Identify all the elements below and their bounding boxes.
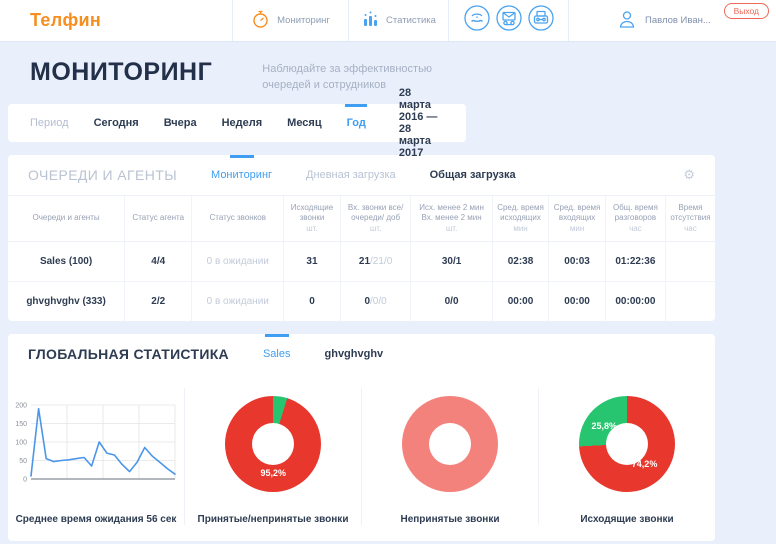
cell-queue-name: ghvghvghv (333): [26, 296, 106, 308]
donut-percent-label: 74,2%: [631, 459, 658, 470]
top-header: Телфин Мониторинг Статистика Павлов Иван…: [0, 0, 776, 42]
chart-caption-accepted-calls: Принятые/непринятые звонки: [197, 514, 349, 526]
cell-absence: [664, 241, 715, 283]
cell-agent-status: 2/2: [124, 281, 192, 322]
cell-avg-outgoing: 02:38: [491, 241, 549, 283]
nav-monitoring-label: Мониторинг: [277, 15, 330, 26]
col-header-under-2min: Исх. менее 2 мин Вх. менее 2 мин шт.: [410, 194, 493, 243]
period-option-today[interactable]: Сегодня: [94, 104, 139, 142]
wait-time-line-chart: 0 50 100 150 200: [15, 402, 176, 483]
period-option-month[interactable]: Месяц: [287, 104, 321, 142]
queues-table: Очереди и агенты Статус агента Статус зв…: [8, 194, 715, 322]
chart-caption-outgoing-calls: Исходящие звонки: [580, 514, 674, 526]
cell-under-2min: 30/1: [410, 241, 493, 283]
chart-cell-wait-time: 0 50 100 150 200 Среднее время ожидания 56 с…: [8, 388, 185, 526]
col-header-absence: Время отсутствия час: [664, 194, 715, 243]
table-row-ghvghvghv[interactable]: ghvghvghv (333) 2/2 0 в ожидании 0 0/0/0…: [8, 281, 715, 322]
cell-absence: [664, 281, 715, 322]
cell-incoming: 21/21/0: [339, 241, 411, 283]
chart-caption-missed-calls: Непринятые звонки: [400, 514, 500, 526]
period-option-yesterday[interactable]: Вчера: [164, 104, 197, 142]
global-stats-title: ГЛОБАЛЬНАЯ СТАТИСТИКА: [28, 346, 229, 363]
page-header: МОНИТОРИНГ Наблюдайте за эффективностью …: [8, 42, 768, 104]
cell-total-talk: 01:22:36: [604, 241, 666, 283]
tab-daily-load[interactable]: Дневная загрузка: [306, 155, 396, 195]
nav-statistics-label: Статистика: [386, 15, 436, 26]
col-header-calls-status: Статус звонков: [191, 194, 284, 243]
service-icons-group: [448, 0, 568, 41]
col-header-outgoing: Исходящие звонки шт.: [283, 194, 341, 243]
charts-row: 0 50 100 150 200 Среднее время ожидания 56 с…: [8, 374, 715, 541]
settings-gear-icon[interactable]: ⚙: [683, 167, 695, 183]
tab-sales[interactable]: Sales: [263, 334, 291, 374]
cell-avg-incoming: 00:03: [548, 241, 606, 283]
chart-cell-missed-calls: Непринятые звонки: [362, 388, 539, 526]
cell-avg-outgoing: 00:00: [491, 281, 549, 322]
cell-queue-name: Sales (100): [8, 241, 125, 283]
global-stats-card: ГЛОБАЛЬНАЯ СТАТИСТИКА Sales ghvghvghv 0 5…: [8, 334, 715, 542]
tab-ghvghvghv[interactable]: ghvghvghv: [325, 334, 384, 374]
table-row-sales[interactable]: Sales (100) 4/4 0 в ожидании 31 21/21/0 …: [8, 241, 715, 283]
telfin-logo[interactable]: Телфин: [0, 0, 232, 41]
donut-outgoing-calls: 74,2% 25,8%: [579, 396, 675, 493]
page-title: МОНИТОРИНГ: [30, 58, 213, 86]
cell-agent-status: 4/4: [124, 241, 192, 283]
cell-avg-incoming: 00:00: [548, 281, 606, 322]
user-name: Павлов Иван...: [645, 15, 711, 26]
table-header-row: Очереди и агенты Статус агента Статус зв…: [8, 194, 715, 243]
svg-text:50: 50: [19, 458, 27, 465]
donut-percent-label: 95,2%: [260, 468, 287, 479]
stopwatch-icon: [251, 10, 270, 32]
queues-agents-header: ОЧЕРЕДИ И АГЕНТЫ Мониторинг Дневная загр…: [8, 155, 715, 195]
global-stats-header: ГЛОБАЛЬНАЯ СТАТИСТИКА Sales ghvghvghv: [8, 334, 715, 374]
nav-statistics[interactable]: Статистика: [348, 0, 448, 41]
svg-text:200: 200: [15, 402, 27, 409]
nav-monitoring[interactable]: Мониторинг: [232, 0, 348, 41]
queues-agents-card: ОЧЕРЕДИ И АГЕНТЫ Мониторинг Дневная загр…: [8, 154, 715, 322]
period-date-range[interactable]: 28 марта 2016 — 28 марта 2017: [399, 87, 441, 159]
chart-caption-wait-time: Среднее время ожидания 56 сек: [15, 514, 177, 526]
donut-percent-label: 25,8%: [591, 421, 617, 431]
cell-under-2min: 0/0: [410, 281, 493, 322]
period-filter-bar: Период Сегодня Вчера Неделя Месяц Год 28…: [8, 87, 466, 159]
tab-total-load[interactable]: Общая загрузка: [430, 155, 516, 195]
period-label: Период: [30, 116, 69, 129]
cell-calls-status: 0 в ожидании: [191, 241, 284, 283]
logout-button[interactable]: Выход: [723, 3, 769, 19]
svg-text:100: 100: [15, 439, 27, 446]
chart-cell-accepted-calls: 95,2% Принятые/непринятые звонки: [185, 388, 362, 526]
col-header-agent-status: Статус агента: [124, 194, 192, 243]
svg-text:150: 150: [15, 421, 27, 428]
col-header-total-talk: Общ. время разговоров час: [604, 194, 666, 243]
col-header-incoming: Вх. звонки все/ очереди/ доб шт.: [339, 194, 411, 243]
cell-outgoing: 31: [283, 241, 341, 283]
queues-agents-title: ОЧЕРЕДИ И АГЕНТЫ: [28, 166, 178, 183]
main-content: МОНИТОРИНГ Наблюдайте за эффективностью …: [0, 42, 776, 542]
ip-phone-icon[interactable]: [463, 5, 490, 36]
fax-icon[interactable]: [527, 5, 554, 36]
cell-outgoing: 0: [283, 281, 341, 322]
cell-calls-status: 0 в ожидании: [191, 281, 284, 322]
bar-chart-icon: [361, 10, 379, 31]
user-avatar-icon: [617, 9, 637, 32]
chart-cell-outgoing-calls: 74,2% 25,8% Исходящие звонки: [539, 388, 715, 525]
period-option-week[interactable]: Неделя: [222, 104, 263, 142]
col-header-avg-outgoing: Сред. время исходящих мин: [491, 194, 549, 243]
cell-total-talk: 00:00:00: [604, 281, 666, 322]
col-header-avg-incoming: Сред. время входящих мин: [548, 194, 606, 243]
svg-text:0: 0: [23, 476, 27, 483]
col-header-queues: Очереди и агенты: [8, 194, 125, 243]
donut-accepted-calls: 95,2%: [225, 396, 321, 493]
period-option-year[interactable]: Год: [347, 104, 366, 142]
voicemail-icon[interactable]: [495, 5, 522, 36]
donut-missed-calls: [402, 396, 498, 493]
cell-incoming: 0/0/0: [339, 281, 411, 322]
tab-monitoring[interactable]: Мониторинг: [211, 155, 272, 195]
